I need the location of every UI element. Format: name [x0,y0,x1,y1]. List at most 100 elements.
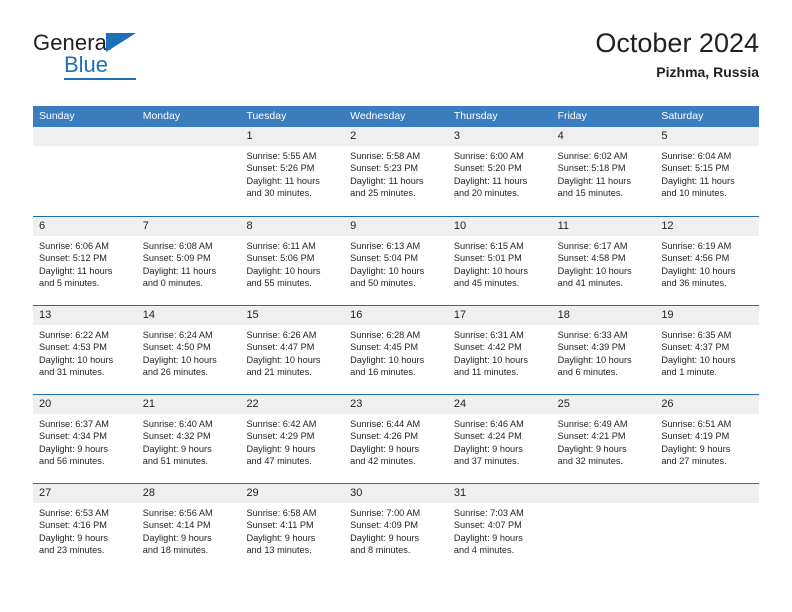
daylight-duration-line1: Daylight: 10 hours [142,354,217,365]
calendar-day-cell[interactable]: 30 Sunrise: 7:00 AM Sunset: 4:09 PM Dayligh… [344,484,448,563]
sunset-time: Sunset: 5:01 PM [453,253,522,264]
day-sun-info: Sunrise: 6:46 AM Sunset: 4:24 PM Daylight:… [448,414,552,467]
calendar-day-cell[interactable]: 24 Sunrise: 6:46 AM Sunset: 4:24 PM Dayligh… [447,395,552,483]
calendar-day-cell[interactable]: 15 Sunrise: 6:26 AM Sunset: 4:47 PM Dayligh… [240,306,345,394]
sunset-time: Sunset: 4:14 PM [142,520,211,531]
sunset-time: Sunset: 4:39 PM [557,342,626,353]
calendar-day-cell[interactable]: 22 Sunrise: 6:42 AM Sunset: 4:29 PM Dayligh… [240,395,345,483]
day-number-band: 12 [655,217,760,236]
calendar-day-cell[interactable]: 9 Sunrise: 6:13 AM Sunset: 5:04 PM Daylight… [344,217,448,305]
calendar-day-cell[interactable]: 26 Sunrise: 6:51 AM Sunset: 4:19 PM Dayligh… [655,395,760,483]
sunset-time: Sunset: 4:34 PM [39,431,107,442]
day-number: 14 [142,309,155,321]
sunrise-time: Sunrise: 6:08 AM [142,241,213,251]
day-sun-info: Sunrise: 6:26 AM Sunset: 4:47 PM Daylight:… [240,325,344,378]
daylight-duration-line1: Daylight: 9 hours [39,532,108,543]
daylight-duration-line1: Daylight: 11 hours [661,175,735,186]
daylight-duration-line1: Daylight: 9 hours [246,443,316,454]
calendar-day-cell[interactable]: 3 Sunrise: 6:00 AM Sunset: 5:20 PM Daylight… [447,127,552,216]
day-number-band: 8 [240,217,345,236]
sunset-time: Sunset: 4:16 PM [39,520,107,531]
day-number-band: 3 [447,127,552,146]
calendar-day-cell[interactable]: 18 Sunrise: 6:33 AM Sunset: 4:39 PM Dayligh… [551,306,656,394]
calendar-day-cell[interactable]: 10 Sunrise: 6:15 AM Sunset: 5:01 PM Dayligh… [447,217,552,305]
calendar-day-cell[interactable]: 31 Sunrise: 7:03 AM Sunset: 4:07 PM Dayligh… [447,484,552,563]
daylight-duration-line1: Daylight: 9 hours [39,443,108,454]
calendar-day-cell[interactable]: 19 Sunrise: 6:35 AM Sunset: 4:37 PM Dayligh… [655,306,760,394]
calendar-day-cell[interactable]: 29 Sunrise: 6:58 AM Sunset: 4:11 PM Dayligh… [240,484,345,563]
daylight-duration-line1: Daylight: 9 hours [142,532,212,543]
daylight-duration-line2: and 13 minutes. [246,544,312,555]
day-sun-info [137,146,241,150]
calendar-day-cell[interactable]: 7 Sunrise: 6:08 AM Sunset: 5:09 PM Daylight… [136,217,241,305]
sunrise-time: Sunrise: 6:00 AM [453,151,524,161]
daylight-duration-line2: and 16 minutes. [350,366,416,377]
calendar-day-cell[interactable]: 21 Sunrise: 6:40 AM Sunset: 4:32 PM Dayligh… [136,395,241,483]
calendar-day-cell[interactable]: 27 Sunrise: 6:53 AM Sunset: 4:16 PM Dayligh… [33,484,137,563]
sunrise-time: Sunrise: 6:04 AM [661,151,732,161]
calendar-day-cell[interactable]: 8 Sunrise: 6:11 AM Sunset: 5:06 PM Daylight… [240,217,345,305]
daylight-duration-line2: and 47 minutes. [246,455,312,466]
daylight-duration-line1: Daylight: 9 hours [142,443,212,454]
calendar-day-cell[interactable]: 2 Sunrise: 5:58 AM Sunset: 5:23 PM Daylight… [344,127,448,216]
general-blue-logo[interactable]: General Blue [33,32,233,88]
day-number-band: 14 [136,306,241,325]
day-sun-info: Sunrise: 6:35 AM Sunset: 4:37 PM Daylight:… [655,325,759,378]
calendar-day-cell[interactable]: 5 Sunrise: 6:04 AM Sunset: 5:15 PM Daylight… [655,127,760,216]
calendar-day-cell[interactable]: 4 Sunrise: 6:02 AM Sunset: 5:18 PM Daylight… [551,127,656,216]
sunrise-time: Sunrise: 6:33 AM [557,330,628,340]
daylight-duration-line2: and 23 minutes. [39,544,105,555]
calendar-day-cell[interactable]: 6 Sunrise: 6:06 AM Sunset: 5:12 PM Daylight… [33,217,137,305]
sunrise-time: Sunrise: 6:11 AM [246,241,316,251]
day-sun-info: Sunrise: 6:15 AM Sunset: 5:01 PM Daylight:… [448,236,552,289]
day-number: 25 [557,398,570,410]
day-number-band: 5 [655,127,760,146]
daylight-duration-line2: and 32 minutes. [557,455,623,466]
page-header: General Blue October 2024 Pizhma, Russia [33,28,759,100]
calendar-day-cell[interactable]: 25 Sunrise: 6:49 AM Sunset: 4:21 PM Dayligh… [551,395,656,483]
day-sun-info: Sunrise: 6:44 AM Sunset: 4:26 PM Daylight:… [344,414,448,467]
daylight-duration-line2: and 11 minutes. [453,366,519,377]
calendar-day-cell[interactable]: 23 Sunrise: 6:44 AM Sunset: 4:26 PM Dayligh… [344,395,448,483]
daylight-duration-line2: and 20 minutes. [453,187,520,198]
calendar-day-cell[interactable]: 16 Sunrise: 6:28 AM Sunset: 4:45 PM Dayligh… [344,306,448,394]
calendar-day-cell[interactable]: 17 Sunrise: 6:31 AM Sunset: 4:42 PM Dayligh… [447,306,552,394]
calendar-day-cell[interactable]: 12 Sunrise: 6:19 AM Sunset: 4:56 PM Dayligh… [655,217,760,305]
sunset-time: Sunset: 4:37 PM [661,342,730,353]
calendar-day-cell[interactable]: 20 Sunrise: 6:37 AM Sunset: 4:34 PM Dayligh… [33,395,137,483]
calendar-day-cell[interactable]: 13 Sunrise: 6:22 AM Sunset: 4:53 PM Dayligh… [33,306,137,394]
day-sun-info: Sunrise: 6:08 AM Sunset: 5:09 PM Daylight:… [137,236,241,289]
daylight-duration-line1: Daylight: 9 hours [453,443,523,454]
day-number-band: 1 [240,127,345,146]
calendar-week-row: 20 Sunrise: 6:37 AM Sunset: 4:34 PM Dayligh… [33,394,760,483]
calendar-day-cell[interactable]: 28 Sunrise: 6:56 AM Sunset: 4:14 PM Dayligh… [136,484,241,563]
sunset-time: Sunset: 4:50 PM [142,342,211,353]
calendar-day-cell[interactable]: 14 Sunrise: 6:24 AM Sunset: 4:50 PM Dayligh… [136,306,241,394]
day-number-band: 21 [136,395,241,414]
day-number-band: 13 [33,306,137,325]
day-sun-info: Sunrise: 6:58 AM Sunset: 4:11 PM Daylight:… [240,503,344,556]
sunrise-time: Sunrise: 6:51 AM [661,419,732,429]
day-number-band: 2 [344,127,448,146]
sunset-time: Sunset: 5:04 PM [350,253,419,264]
sunset-time: Sunset: 5:12 PM [39,253,107,264]
sunrise-time: Sunrise: 6:17 AM [557,241,628,251]
sunrise-time: Sunrise: 5:58 AM [350,151,421,161]
day-number: 27 [39,487,52,499]
sunset-time: Sunset: 4:53 PM [39,342,107,353]
day-number: 21 [142,398,155,410]
sunset-time: Sunset: 5:09 PM [142,253,211,264]
daylight-duration-line2: and 4 minutes. [453,544,515,555]
daylight-duration-line1: Daylight: 10 hours [350,265,425,276]
day-sun-info: Sunrise: 6:40 AM Sunset: 4:32 PM Daylight:… [137,414,241,467]
sunset-time: Sunset: 5:23 PM [350,163,419,174]
sunrise-time: Sunrise: 6:31 AM [453,330,524,340]
day-number-band: 31 [447,484,552,503]
calendar-day-cell[interactable]: 1 Sunrise: 5:55 AM Sunset: 5:26 PM Daylight… [240,127,345,216]
daylight-duration-line2: and 55 minutes. [246,277,312,288]
sunset-time: Sunset: 4:29 PM [246,431,315,442]
calendar-day-cell[interactable]: 11 Sunrise: 6:17 AM Sunset: 4:58 PM Dayligh… [551,217,656,305]
sunset-time: Sunset: 4:21 PM [557,431,626,442]
day-number: 5 [661,130,668,142]
daylight-duration-line2: and 0 minutes. [142,277,203,288]
